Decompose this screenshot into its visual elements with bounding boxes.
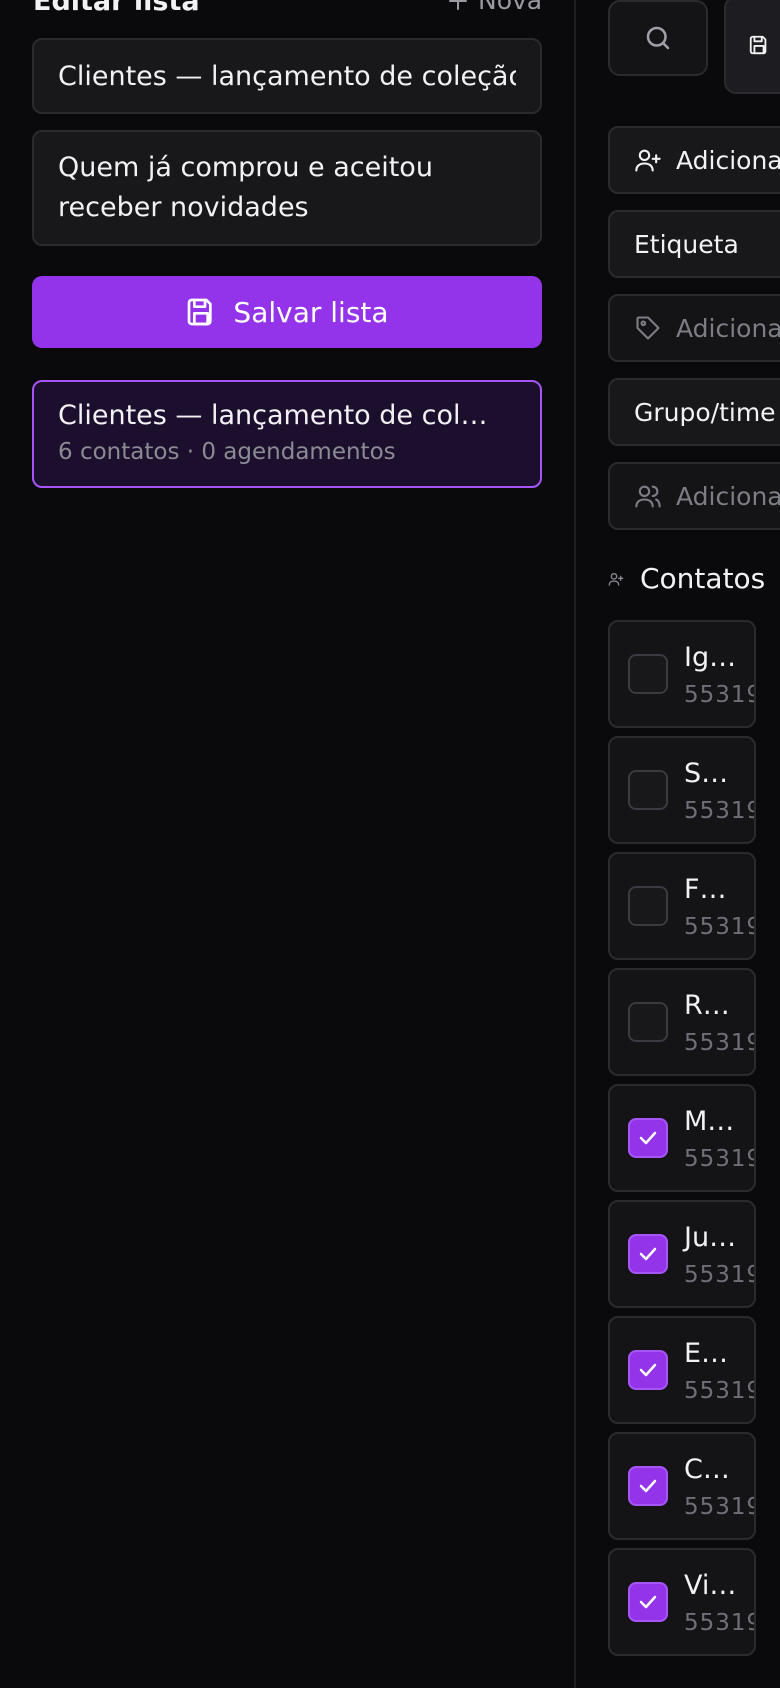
contact-name: Ju… xyxy=(684,1222,737,1253)
new-list-label: Nova xyxy=(478,0,543,15)
plus-icon xyxy=(449,0,467,10)
saved-list-title: Clientes — lançamento de col… xyxy=(58,400,488,431)
contact-phone: 553190 xyxy=(684,1378,754,1404)
contact-phone: 553190 xyxy=(684,914,754,940)
list-description-value: Quem já comprou e aceitou receber novida… xyxy=(58,152,433,223)
contact-item[interactable]: E… 553190 xyxy=(608,1316,756,1424)
contacts-heading: Contatos xyxy=(608,562,765,595)
check-icon xyxy=(639,1247,657,1261)
contact-phone: 553190 xyxy=(684,1146,754,1172)
search-icon xyxy=(646,26,670,50)
panel-divider xyxy=(574,0,576,1688)
save-icon xyxy=(749,35,767,55)
add-tag-label: Adiciona xyxy=(676,313,780,343)
contact-item[interactable]: R… 553190 xyxy=(608,968,756,1076)
list-name-value: Clientes — lançamento de coleção xyxy=(58,60,516,92)
save-list-button[interactable]: Salvar lista xyxy=(32,276,542,348)
save-list-label: Salvar lista xyxy=(233,295,389,329)
users-icon xyxy=(635,485,661,508)
contact-item[interactable]: S… 553190 xyxy=(608,736,756,844)
contact-item[interactable]: Ju… 553190 xyxy=(608,1200,756,1308)
contact-checkbox[interactable] xyxy=(628,1234,668,1274)
contact-phone: 553190 xyxy=(684,1030,754,1056)
saved-lists-tab[interactable] xyxy=(724,0,780,94)
contact-name: Ig… xyxy=(684,642,737,673)
contact-phone: 553190 xyxy=(684,682,754,708)
tag-select-label: Etiqueta xyxy=(634,229,739,259)
contact-checkbox[interactable] xyxy=(628,1350,668,1390)
contacts-title: Contatos xyxy=(640,562,766,595)
search-button[interactable] xyxy=(608,0,708,76)
contact-item[interactable]: Ig… 553190 xyxy=(608,620,756,728)
group-select-label: Grupo/time xyxy=(634,397,776,427)
contact-name: S… xyxy=(684,758,729,789)
check-icon xyxy=(639,1595,657,1609)
check-icon xyxy=(639,1131,657,1145)
contact-item[interactable]: M… 553190 xyxy=(608,1084,756,1192)
contact-name: F… xyxy=(684,874,727,905)
check-icon xyxy=(639,1363,657,1377)
contact-checkbox[interactable] xyxy=(628,654,668,694)
editor-title: Editar lista xyxy=(33,0,200,17)
contact-name: R… xyxy=(684,990,730,1021)
contact-name: Vi… xyxy=(684,1570,737,1601)
contact-phone: 553190 xyxy=(684,1610,754,1636)
tag-icon xyxy=(636,316,660,340)
contact-item[interactable]: C… 553190 xyxy=(608,1432,756,1540)
contact-checkbox[interactable] xyxy=(628,1118,668,1158)
add-group-label: Adiciona xyxy=(676,481,780,511)
contact-checkbox[interactable] xyxy=(628,1466,668,1506)
add-group-button[interactable]: Adiciona xyxy=(608,462,780,530)
contact-checkbox[interactable] xyxy=(628,770,668,810)
contact-item[interactable]: Vi… 553190 xyxy=(608,1548,756,1656)
contact-phone: 553190 xyxy=(684,1262,754,1288)
contact-name: C… xyxy=(684,1454,730,1485)
list-description-input[interactable]: Quem já comprou e aceitou receber novida… xyxy=(32,130,542,246)
saved-list-subtitle: 6 contatos · 0 agendamentos xyxy=(58,439,396,465)
user-plus-icon xyxy=(608,572,624,586)
check-icon xyxy=(639,1479,657,1493)
add-tag-button[interactable]: Adiciona xyxy=(608,294,780,362)
tag-select[interactable]: Etiqueta xyxy=(608,210,780,278)
save-icon xyxy=(188,298,213,326)
contact-checkbox[interactable] xyxy=(628,886,668,926)
contact-phone: 553190 xyxy=(684,1494,754,1520)
contact-checkbox[interactable] xyxy=(628,1582,668,1622)
saved-list-card[interactable]: Clientes — lançamento de col… 6 contatos… xyxy=(32,380,542,488)
list-editor-panel: Editar lista Nova Clientes — lançamento … xyxy=(0,0,574,1688)
add-contact-label: Adiciona xyxy=(676,145,780,175)
contact-item[interactable]: F… 553190 xyxy=(608,852,756,960)
list-name-input[interactable]: Clientes — lançamento de coleção xyxy=(32,38,542,114)
user-plus-icon xyxy=(635,149,661,172)
contact-checkbox[interactable] xyxy=(628,1002,668,1042)
add-contact-button[interactable]: Adiciona xyxy=(608,126,780,194)
contact-phone: 553190 xyxy=(684,798,754,824)
contact-name: M… xyxy=(684,1106,735,1137)
new-list-button[interactable]: Nova xyxy=(446,0,542,15)
group-select[interactable]: Grupo/time xyxy=(608,378,780,446)
contact-name: E… xyxy=(684,1338,729,1369)
